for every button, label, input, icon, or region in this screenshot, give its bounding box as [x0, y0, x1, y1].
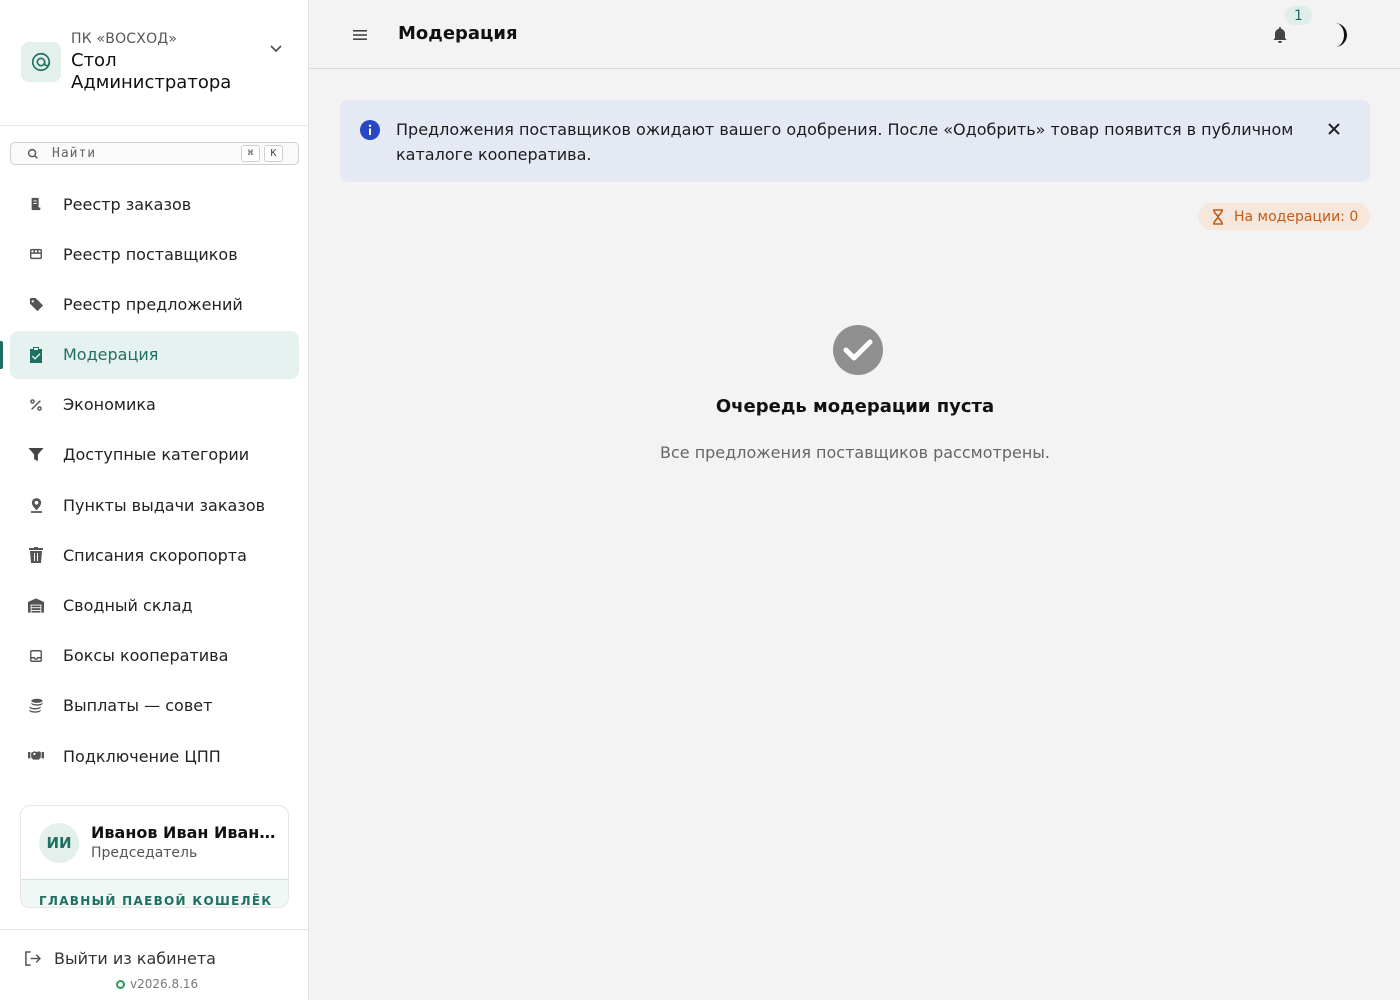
wallet-section[interactable]: ГЛАВНЫЙ ПАЕВОЙ КОШЕЛЁК [21, 879, 288, 908]
avatar: ИИ [39, 823, 79, 863]
store-icon [28, 246, 44, 262]
warehouse-icon [28, 598, 44, 614]
search-icon [27, 148, 38, 159]
user-role: Председатель [91, 845, 198, 861]
receipt-icon [28, 196, 44, 212]
hamburger-icon [353, 30, 367, 40]
sidebar-item-payouts[interactable]: Выплаты — совет [10, 682, 299, 730]
sidebar-item-categories[interactable]: Доступные категории [10, 431, 299, 479]
bell-icon[interactable] [1271, 26, 1289, 44]
logout-label: Выйти из кабинета [54, 948, 216, 968]
divider [0, 929, 309, 930]
sidebar-item-label: Пункты выдачи заказов [63, 495, 266, 515]
active-indicator [0, 340, 3, 369]
sidebar-item-suppliers[interactable]: Реестр поставщиков [10, 230, 299, 278]
shortcut-mod-key: ⌘ [241, 145, 260, 162]
brand-org: ПК «ВОСХОД» [71, 31, 178, 47]
map-pin-icon [28, 497, 44, 513]
shortcut-k-key: K [264, 145, 283, 162]
empty-state-subtitle: Все предложения поставщиков рассмотрены. [659, 443, 1051, 462]
brand-logo-icon [21, 42, 61, 82]
user-name: Иванов Иван Иванович [91, 823, 276, 842]
notification-badge: 1 [1285, 6, 1312, 25]
sidebar-item-pickup-points[interactable]: Пункты выдачи заказов [10, 481, 299, 529]
page-title: Модерация [398, 23, 518, 44]
brand-switcher[interactable]: ПК «ВОСХОД» Стол Администратора [21, 28, 291, 98]
status-badge: На модерации: 0 [1198, 203, 1370, 230]
sidebar-item-warehouse[interactable]: Сводный склад [10, 582, 299, 630]
sidebar-item-label: Реестр поставщиков [63, 244, 238, 264]
sidebar-item-label: Реестр заказов [63, 194, 192, 214]
sidebar-item-offers[interactable]: Реестр предложений [10, 280, 299, 328]
trash-icon [28, 547, 44, 564]
sidebar-nav: Реестр заказов Реестр поставщиков Реестр… [0, 180, 299, 782]
sidebar-item-label: Доступные категории [63, 445, 250, 465]
version-label: v2026.8.16 [130, 977, 199, 991]
sidebar-item-label: Боксы кооператива [63, 646, 229, 666]
search-box[interactable]: ⌘ K [10, 142, 299, 165]
search-input[interactable] [52, 146, 222, 161]
handshake-icon [28, 748, 44, 764]
sidebar-item-orders[interactable]: Реестр заказов [10, 180, 299, 228]
filter-icon [28, 447, 44, 463]
version-info: v2026.8.16 [116, 977, 198, 991]
alert-text: Предложения поставщиков ожидают вашего о… [396, 120, 1294, 164]
brand-title: Стол Администратора [71, 50, 232, 93]
sidebar-item-cpp-connect[interactable]: Подключение ЦПП [10, 732, 299, 780]
hourglass-icon [1213, 208, 1223, 225]
info-alert: Предложения поставщиков ожидают вашего о… [340, 100, 1370, 182]
sidebar-item-label: Реестр предложений [63, 294, 243, 314]
clipboard-check-icon [28, 346, 44, 363]
sidebar-item-label: Сводный склад [63, 596, 193, 615]
sidebar-item-label: Экономика [63, 395, 156, 415]
sidebar-item-label: Выплаты — совет [63, 696, 213, 716]
sidebar-item-writeoffs[interactable]: Списания скоропорта [10, 531, 299, 579]
info-icon [360, 120, 380, 140]
wallet-label: ГЛАВНЫЙ ПАЕВОЙ КОШЕЛЁК [39, 894, 273, 908]
sidebar-item-moderation[interactable]: Модерация [0, 330, 299, 379]
sidebar-item-label: Подключение ЦПП [63, 746, 221, 766]
sidebar: ПК «ВОСХОД» Стол Администратора ⌘ K Реес… [0, 0, 309, 1000]
menu-toggle-button[interactable] [349, 25, 371, 45]
top-header: Модерация 1 [309, 0, 1400, 69]
coins-icon [28, 698, 44, 714]
percent-icon [28, 397, 44, 413]
sidebar-item-label: Модерация [63, 345, 159, 365]
check-circle-icon [833, 325, 883, 375]
tag-icon [28, 296, 44, 312]
inbox-icon [28, 648, 44, 664]
chevron-down-icon[interactable] [268, 40, 284, 56]
sidebar-item-boxes[interactable]: Боксы кооператива [10, 632, 299, 680]
status-badge-label: На модерации: 0 [1234, 208, 1359, 225]
logout-button[interactable]: Выйти из кабинета [24, 946, 216, 970]
moon-icon[interactable] [1326, 21, 1350, 49]
status-dot-icon [116, 979, 125, 989]
sidebar-item-economics[interactable]: Экономика [10, 381, 299, 429]
divider [0, 125, 309, 126]
logout-icon [25, 950, 41, 966]
user-card[interactable]: ИИ Иванов Иван Иванович Председатель ГЛА… [20, 805, 289, 908]
sidebar-item-label: Списания скоропорта [63, 545, 247, 565]
empty-state-title: Очередь модерации пуста [715, 396, 995, 417]
close-icon[interactable] [1325, 120, 1343, 138]
